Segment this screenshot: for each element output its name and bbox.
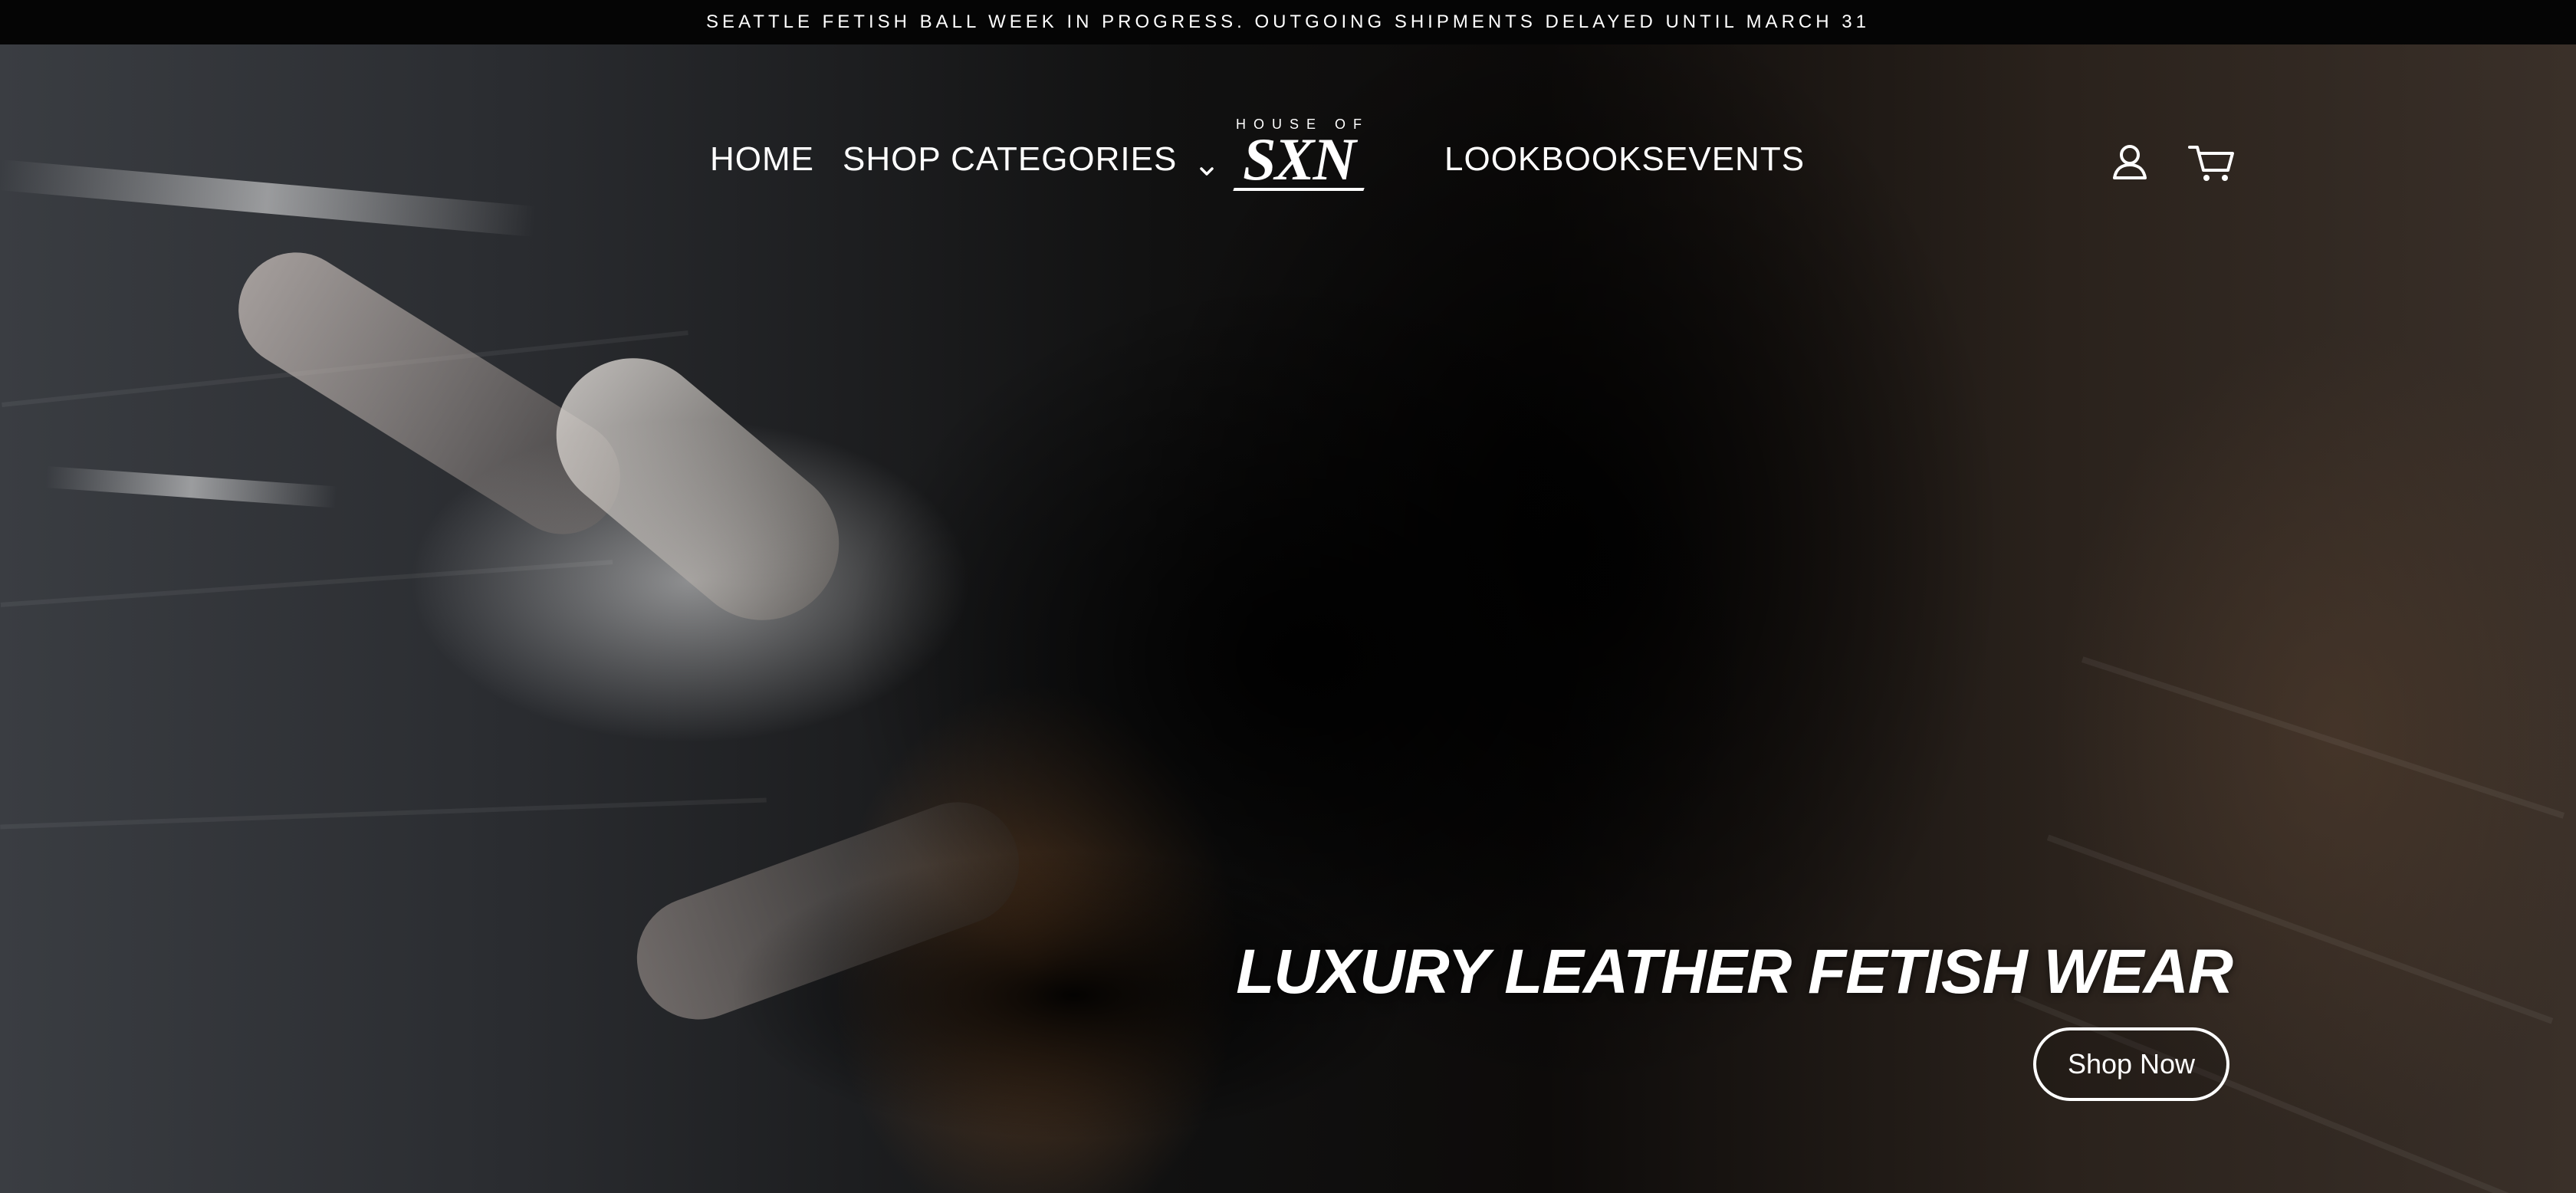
site-logo[interactable]: HOUSE OF SXN xyxy=(1222,117,1375,201)
chevron-down-icon xyxy=(1197,150,1217,176)
announcement-bar: SEATTLE FETISH BALL WEEK IN PROGRESS. OU… xyxy=(0,0,2576,44)
shop-now-button[interactable]: Shop Now xyxy=(2033,1027,2229,1101)
nav-shop-categories-label: SHOP CATEGORIES xyxy=(843,140,1178,178)
floor-plank xyxy=(0,797,767,830)
nav-events[interactable]: EVENTS xyxy=(1665,138,1805,181)
nav-home[interactable]: HOME xyxy=(710,138,814,181)
page: SEATTLE FETISH BALL WEEK IN PROGRESS. OU… xyxy=(0,0,2576,1193)
floor-plank xyxy=(2081,656,2565,819)
floor-plank xyxy=(0,560,613,607)
logo-main-text: SXN xyxy=(1243,126,1356,192)
light-beam xyxy=(45,466,338,508)
announcement-text: SEATTLE FETISH BALL WEEK IN PROGRESS. OU… xyxy=(706,12,1870,32)
nav-shop-categories[interactable]: SHOP CATEGORIES xyxy=(843,138,1217,181)
user-icon xyxy=(2113,145,2147,179)
logo-swoosh xyxy=(1233,188,1365,191)
account-button[interactable] xyxy=(2107,140,2153,186)
hero-title: LUXURY LEATHER FETISH WEAR xyxy=(1236,937,2233,1007)
cart-button[interactable] xyxy=(2187,140,2237,186)
site-header: HOME SHOP CATEGORIES HOUSE OF SXN LOOKBO… xyxy=(0,92,2576,227)
cart-icon xyxy=(2188,146,2234,181)
nav-lookbooks[interactable]: LOOKBOOKS xyxy=(1444,138,1665,181)
